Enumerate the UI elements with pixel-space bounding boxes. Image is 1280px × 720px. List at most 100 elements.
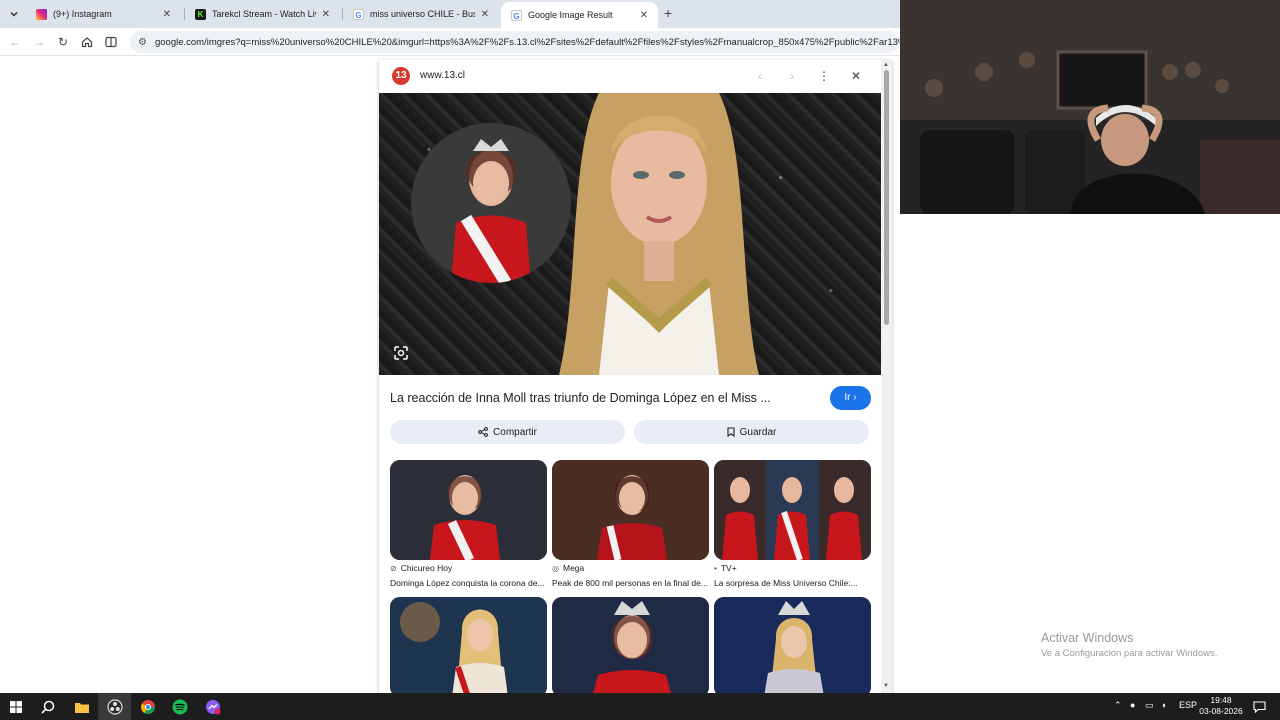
new-tab-button[interactable]: + [664,5,672,21]
site-logo: 13 [392,67,410,85]
folder-icon [75,703,89,713]
messenger-button[interactable] [202,696,224,718]
search-icon [41,700,55,714]
thumb-source[interactable]: ⊘ Chicureo Hoy [390,563,452,573]
kick-icon: K [195,8,206,20]
share-label: Compartir [493,426,537,438]
google-lens-icon[interactable] [393,345,409,361]
arrow-left-icon: ← [9,35,21,49]
close-button[interactable]: ✕ [847,67,865,85]
thumb-caption[interactable]: La sorpresa de Miss Universo Chile:... [714,578,871,588]
tvplus-icon: ▪ [714,563,717,573]
tab-title: Tarekcl Stream - Watch Live on [212,9,316,19]
site-info-icon[interactable]: ⚙ [138,37,147,48]
thumb-caption[interactable]: Peak de 800 mil personas en la final de.… [552,578,709,588]
chevron-right-icon: › [790,69,794,83]
search-button[interactable] [37,696,59,718]
scroll-down-icon[interactable]: ▼ [883,683,889,689]
system-clock[interactable]: 19:48 03-08-2026 [1199,695,1243,717]
obs-icon [107,699,123,715]
split-view-button[interactable] [103,34,119,50]
tab-bar: (9+) Instagram ✕ K Tarekcl Stream - Watc… [0,0,900,28]
tab-title: Google Image Result [528,10,613,20]
related-image-thumb[interactable] [552,597,709,693]
notifications-button[interactable] [1248,696,1270,718]
source-name: TV+ [720,563,737,573]
reload-button[interactable]: ↻ [55,34,71,50]
more-options-button[interactable]: ⋮ [815,67,833,85]
tab-kick-stream[interactable]: K Tarekcl Stream - Watch Live on ✕ [185,2,340,26]
related-image-thumb[interactable] [714,597,871,693]
inset-circle-image [411,123,571,283]
related-image-thumb[interactable] [390,460,547,560]
tab-instagram[interactable]: (9+) Instagram ✕ [26,2,181,26]
plus-icon: + [664,5,673,21]
source-name: Mega [562,563,585,573]
thumb-caption[interactable]: Dominga López conquista la corona de... [390,578,547,588]
site-name[interactable]: www.13.cl [420,70,465,81]
panel-header: 13 www.13.cl ‹ › ⋮ ✕ [379,60,892,93]
related-image-thumb[interactable] [390,597,547,693]
windows-activation-watermark: Activar Windows Ve a Configuración para … [1041,631,1217,659]
tab-google-image-result[interactable]: G Google Image Result ✕ [501,2,658,28]
tab-search-button[interactable] [4,4,24,24]
language-indicator[interactable]: ESP [1179,700,1197,710]
save-label: Guardar [739,426,777,438]
scrollbar-thumb[interactable] [884,70,889,325]
volume-icon[interactable]: ◖ [1161,700,1166,710]
spotify-icon [172,699,188,715]
close-icon[interactable]: ✕ [481,9,489,20]
chrome-button[interactable] [137,696,159,718]
close-icon: ✕ [850,69,862,83]
webcam-video [900,0,1280,214]
google-icon: G [511,9,522,21]
forward-button[interactable]: → [31,34,47,50]
network-icon[interactable]: ▭ [1145,700,1154,711]
clock-time: 19:48 [1210,695,1232,705]
share-button[interactable]: Compartir [390,420,625,444]
scroll-up-icon[interactable]: ▲ [883,62,889,68]
browser-window: (9+) Instagram ✕ K Tarekcl Stream - Watc… [0,0,900,693]
main-image[interactable] [379,93,881,375]
thumb-source[interactable]: ◎ Mega [552,563,584,573]
visit-label: Ir [844,392,851,403]
file-explorer-button[interactable] [71,696,93,718]
more-vert-icon: ⋮ [818,69,830,83]
url-text: google.com/imgres?q=miss%20universo%20CH… [154,36,900,48]
chrome-icon [141,700,155,714]
next-button[interactable]: › [783,67,801,85]
chevron-down-icon [10,11,18,17]
webcam-overlay [900,0,1280,214]
split-view-icon [105,36,117,48]
tab-title: (9+) Instagram [53,9,112,19]
save-button[interactable]: Guardar [634,420,869,444]
chicureo-hoy-icon: ⊘ [390,563,397,573]
instagram-icon [36,8,47,20]
close-icon[interactable]: ✕ [640,10,648,21]
back-button[interactable]: ← [7,34,23,50]
panel-scrollbar[interactable]: ▲ ▼ [881,60,892,693]
chevron-left-icon: ‹ [758,69,762,83]
obs-button[interactable] [104,696,126,718]
related-image-thumb[interactable] [552,460,709,560]
reload-icon: ↻ [57,35,69,49]
toolbar: ← → ↻ ⚙ google.com/imgres?q=miss%20unive… [0,28,900,56]
previous-button[interactable]: ‹ [751,67,769,85]
close-icon[interactable]: ✕ [163,9,171,20]
tab-google-search[interactable]: G miss universo CHILE - Buscar co ✕ [343,2,499,26]
windows-icon [10,701,22,713]
address-bar[interactable]: ⚙ google.com/imgres?q=miss%20universo%20… [130,31,900,53]
close-icon[interactable]: ✕ [322,9,330,20]
microphone-icon[interactable]: ● [1130,700,1135,710]
result-title[interactable]: La reacción de Inna Moll tras triunfo de… [390,391,810,405]
visit-button[interactable]: Ir › [830,386,871,410]
tray-chevron-up-icon[interactable]: ⌃ [1114,700,1122,711]
start-button[interactable] [5,696,27,718]
source-name: Chicureo Hoy [400,563,453,573]
notification-icon [1252,701,1266,713]
related-image-thumb[interactable] [714,460,871,560]
screen: (9+) Instagram ✕ K Tarekcl Stream - Watc… [0,0,1280,720]
home-button[interactable] [79,34,95,50]
spotify-button[interactable] [169,696,191,718]
thumb-source[interactable]: ▪ TV+ [714,563,737,573]
